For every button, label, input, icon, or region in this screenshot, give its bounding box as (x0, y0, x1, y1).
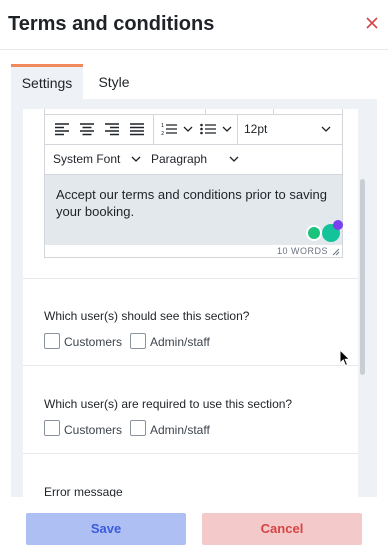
required-customers-checkbox[interactable] (44, 420, 60, 436)
grammarly-plus-icon[interactable] (306, 225, 322, 241)
svg-text:2: 2 (161, 131, 164, 137)
editor-toolbar-row-2: System Font Paragraph (45, 145, 342, 175)
font-size-select[interactable]: 12pt (244, 115, 267, 144)
block-format-select[interactable]: Paragraph (151, 145, 207, 174)
error-message-label: Error message (44, 485, 123, 497)
mouse-pointer-icon (339, 349, 351, 367)
align-left-icon[interactable] (53, 121, 71, 137)
chevron-down-icon[interactable] (321, 125, 331, 133)
editor-toolbar-row-1: 1 2 12pt (45, 115, 342, 145)
grammarly-badge-icon (333, 220, 343, 230)
visibility-admin-label: Admin/staff (150, 335, 210, 349)
visibility-customers-checkbox[interactable] (44, 333, 60, 349)
section-divider (23, 453, 358, 454)
required-question: Which user(s) are required to use this s… (44, 397, 293, 411)
visibility-customers-label: Customers (64, 335, 123, 349)
close-icon[interactable] (364, 15, 380, 31)
font-family-select[interactable]: System Font (53, 145, 120, 174)
numbered-list-icon[interactable]: 1 2 (160, 121, 178, 137)
visibility-admin-checkbox[interactable] (130, 333, 146, 349)
word-count: 10 WORDS (276, 246, 328, 256)
editor-content-area[interactable]: Accept our terms and conditions prior to… (45, 175, 343, 245)
resize-handle-icon[interactable] (332, 248, 340, 256)
section-divider (23, 365, 358, 366)
settings-scroll-area: 1 2 12pt System Font Paragraph Accept ou… (23, 109, 358, 497)
align-right-icon[interactable] (103, 121, 121, 137)
required-admin-label: Admin/staff (150, 423, 210, 437)
modal-header: Terms and conditions (0, 0, 388, 50)
svg-text:1: 1 (161, 123, 164, 129)
scrollbar-thumb[interactable] (360, 179, 365, 375)
tab-style[interactable]: Style (89, 64, 139, 100)
editor-text[interactable]: Accept our terms and conditions prior to… (56, 186, 331, 220)
required-customers-label: Customers (64, 423, 123, 437)
bulleted-list-icon[interactable] (199, 121, 217, 137)
chevron-down-icon[interactable] (183, 125, 193, 133)
tab-settings[interactable]: Settings (11, 64, 83, 100)
cancel-button[interactable]: Cancel (202, 513, 362, 545)
editor-status-bar: 10 WORDS (45, 245, 342, 257)
save-button[interactable]: Save (26, 513, 186, 545)
visibility-question: Which user(s) should see this section? (44, 309, 250, 323)
section-divider (23, 278, 358, 279)
align-center-icon[interactable] (78, 121, 96, 137)
modal-title: Terms and conditions (8, 13, 215, 35)
required-admin-checkbox[interactable] (130, 420, 146, 436)
chevron-down-icon[interactable] (229, 155, 239, 163)
settings-panel: 1 2 12pt System Font Paragraph Accept ou… (11, 99, 377, 497)
chevron-down-icon[interactable] (222, 125, 232, 133)
rich-text-editor: 1 2 12pt System Font Paragraph Accept ou… (44, 109, 343, 258)
align-justify-icon[interactable] (128, 121, 146, 137)
chevron-down-icon[interactable] (131, 155, 141, 163)
